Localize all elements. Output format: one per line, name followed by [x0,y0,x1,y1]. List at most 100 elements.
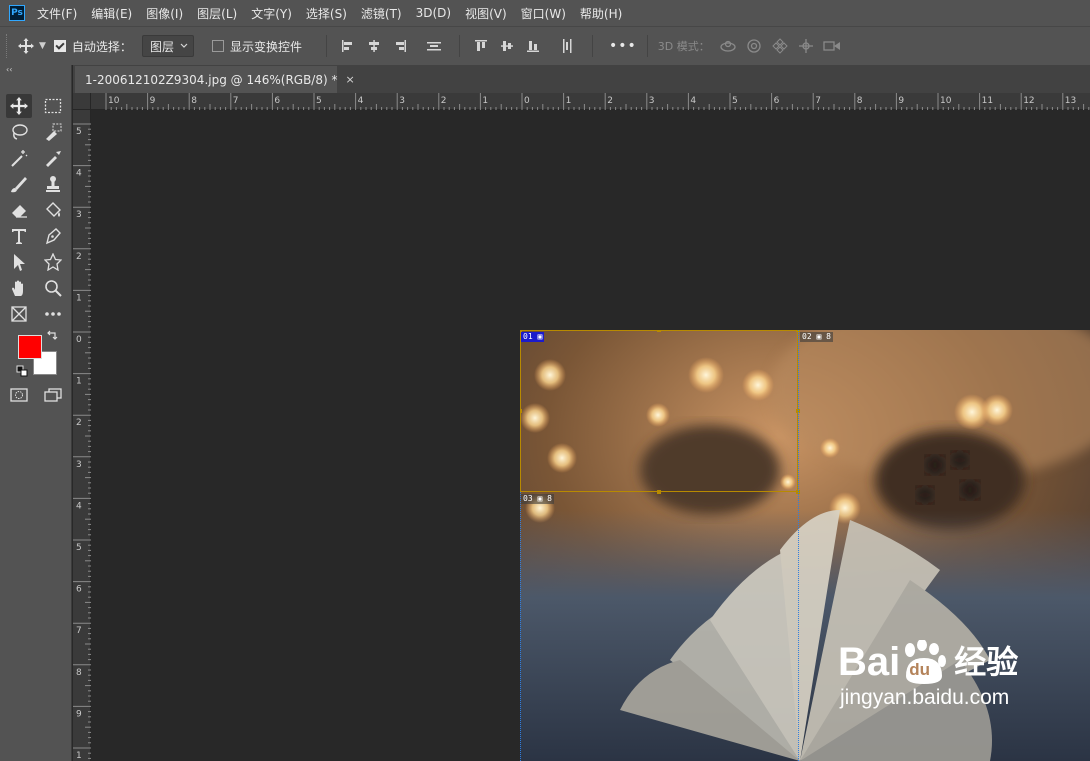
lasso-tool-icon[interactable] [6,120,32,144]
canvas-area[interactable]: 01 ▣ 02 ▣ 8 03 ▣ 8 Bai du 经验 jingyan.bai… [91,110,1090,761]
ruler-origin[interactable] [73,93,91,110]
ruler-label: 3 [399,96,405,106]
3d-pan-icon[interactable] [770,36,790,56]
frame-tool-icon[interactable] [6,302,32,326]
align-bottom-icon[interactable] [522,35,544,57]
type-tool-icon[interactable] [6,224,32,248]
foreground-color-swatch[interactable] [18,335,42,359]
watermark-url: jingyan.baidu.com [840,686,1010,709]
separator [646,35,648,57]
default-colors-icon[interactable] [14,363,30,379]
document-tab[interactable]: 1-200612102Z9304.jpg @ 146%(RGB/8) * × [75,66,355,93]
align-top-icon[interactable] [470,35,492,57]
photoshop-logo-icon: Ps [9,5,25,21]
slice-02-label: 02 ▣ 8 [800,332,833,342]
3d-scale-icon[interactable] [822,36,842,56]
eraser-tool-icon[interactable] [6,198,32,222]
more-tools-icon[interactable] [40,302,66,326]
menu-view[interactable]: 视图(V) [465,5,507,22]
menu-help[interactable]: 帮助(H) [580,5,622,22]
pen-tool-icon[interactable] [40,224,66,248]
ruler-label: 5 [76,127,82,137]
hand-tool-icon[interactable] [6,276,32,300]
vertical-ruler[interactable]: 5 4 3 2 1 0 1 2 3 4 5 6 7 8 9 1 [73,110,91,761]
auto-select-target-value: 图层 [149,39,174,54]
ruler-label: 10 [940,96,952,106]
align-horizontal-center-icon[interactable] [363,35,385,57]
zoom-tool-icon[interactable] [40,276,66,300]
document-image[interactable]: 01 ▣ 02 ▣ 8 03 ▣ 8 Bai du 经验 jingyan.bai… [520,330,1090,761]
ruler-label: 1 [76,751,82,761]
ruler-label: 2 [441,96,447,106]
auto-select-checkbox[interactable] [53,40,66,52]
menu-select[interactable]: 选择(S) [306,5,347,22]
ruler-label: 5 [76,543,82,553]
ruler-label: 4 [76,501,82,511]
chevron-down-icon[interactable]: ▼ [39,41,46,51]
options-bar: ▼ 自动选择： 图层 显示变换控件 ••• 3D 模式： [0,26,1090,65]
screen-mode-icon[interactable] [40,383,66,407]
separator [458,35,460,57]
ruler-label: 11 [982,96,993,106]
swap-colors-icon[interactable] [44,327,60,343]
ruler-label: 6 [76,585,82,595]
ruler-label: 5 [732,96,738,106]
ruler-label: 6 [774,96,780,106]
menu-type[interactable]: 文字(Y) [251,5,292,22]
menu-image[interactable]: 图像(I) [146,5,183,22]
3d-roll-icon[interactable] [744,36,764,56]
object-selection-tool-icon[interactable] [40,120,66,144]
eyedropper-tool-icon[interactable] [40,146,66,170]
menu-window[interactable]: 窗口(W) [521,5,566,22]
distribute-horizontal-icon[interactable] [556,35,578,57]
3d-slide-icon[interactable] [796,36,816,56]
menu-layer[interactable]: 图层(L) [197,5,237,22]
marquee-tool-icon[interactable] [40,94,66,118]
path-selection-tool-icon[interactable] [6,250,32,274]
clone-stamp-tool-icon[interactable] [40,172,66,196]
distribute-vertical-icon[interactable] [423,35,445,57]
show-transform-checkbox[interactable] [211,40,224,52]
ruler-label: 0 [76,335,82,345]
ruler-label: 8 [76,668,82,678]
move-tool-preset-icon[interactable] [17,37,35,55]
3d-orbit-icon[interactable] [718,36,738,56]
menu-edit[interactable]: 编辑(E) [91,5,132,22]
align-vertical-center-icon[interactable] [496,35,518,57]
separator [325,35,327,57]
ruler-label: 3 [76,210,82,220]
document-tab-title: 1-200612102Z9304.jpg @ 146%(RGB/8) * [85,72,338,87]
close-icon[interactable]: × [345,73,354,86]
align-right-icon[interactable] [389,35,411,57]
menu-filter[interactable]: 滤镜(T) [361,5,402,22]
horizontal-ruler[interactable]: 10 9 8 7 6 5 4 3 2 1 0 1 2 3 4 5 6 7 8 9 10 11 12 13 [91,93,1090,110]
ruler-label: 1 [76,377,82,387]
ruler-label: 2 [76,418,82,428]
custom-shape-tool-icon[interactable] [40,250,66,274]
quick-mask-icon[interactable] [6,383,32,407]
watermark-brand: Bai [838,640,901,684]
paint-bucket-tool-icon[interactable] [40,198,66,222]
move-tool-icon[interactable] [6,94,32,118]
ruler-label: 7 [76,626,82,636]
menu-3d[interactable]: 3D(D) [416,6,451,20]
options-grip[interactable] [6,34,9,58]
ruler-label: 7 [815,96,821,106]
auto-select-label: 自动选择： [71,39,132,54]
more-options-icon[interactable]: ••• [609,38,637,54]
magic-wand-tool-icon[interactable] [6,146,32,170]
brush-tool-icon[interactable] [6,172,32,196]
ruler-label: 9 [76,709,82,719]
menu-bar: Ps 文件(F) 编辑(E) 图像(I) 图层(L) 文字(Y) 选择(S) 滤… [0,0,1090,26]
auto-select-target-dropdown[interactable]: 图层 [141,35,194,57]
collapse-panel-icon[interactable]: ‹‹ [0,65,71,75]
ruler-label: 8 [191,96,197,106]
ruler-label: 5 [316,96,322,106]
align-left-icon[interactable] [337,35,359,57]
slice-03[interactable] [520,492,798,761]
menu-file[interactable]: 文件(F) [37,5,77,22]
ruler-label: 3 [649,96,655,106]
ruler-label: 0 [524,96,530,106]
ruler-label: 7 [233,96,239,106]
ruler-label: 4 [690,96,696,106]
